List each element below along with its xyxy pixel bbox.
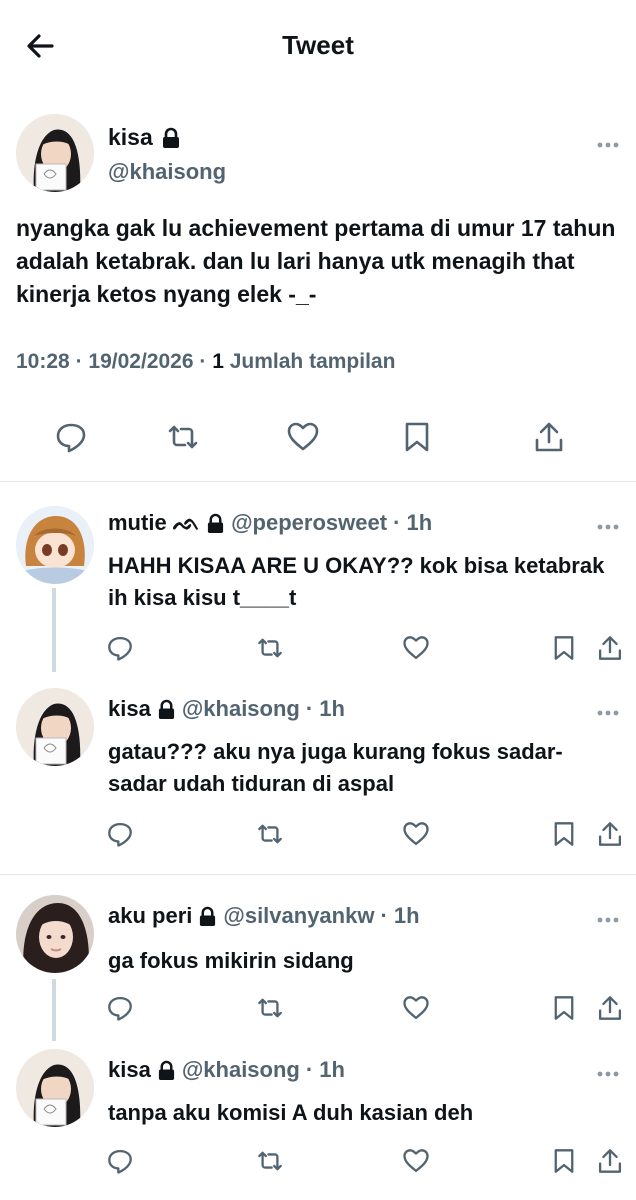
retweet-icon[interactable] [256,820,284,848]
tweet-meta: 10:28 · 19/02/2026 · 1 Jumlah tampilan [16,350,395,374]
tweet-date: 19/02/2026 [88,350,194,373]
thread-line [52,979,56,1041]
lock-icon [161,127,181,149]
reply-tweet[interactable]: kisa @khaisong · 1h gatau??? aku nya jug… [0,672,636,872]
reply-icon[interactable] [106,994,134,1022]
bookmark-icon[interactable] [550,634,578,662]
main-tweet: kisa @khaisong nyangka gak lu achievemen… [0,100,636,482]
retweet-icon[interactable] [256,634,284,662]
reply-header: kisa @khaisong · 1h [108,1057,345,1083]
bookmark-icon[interactable] [400,420,434,454]
tweet-actions [0,420,636,460]
display-name[interactable]: mutie [108,510,167,536]
reply-time: · 1h [380,903,420,928]
more-icon[interactable] [596,704,620,716]
meta-separator: · [199,350,207,373]
more-icon[interactable] [596,1065,620,1077]
lock-icon [157,699,176,720]
like-icon[interactable] [402,994,430,1022]
top-bar: Tweet [0,0,636,90]
reply-text: tanpa aku komisi A duh kasian deh [108,1100,474,1125]
reply-icon[interactable] [106,634,134,662]
avatar[interactable] [16,688,94,766]
bookmark-icon[interactable] [550,994,578,1022]
reply-text: HAHH KISAA ARE U OKAY?? kok bisa ketabra… [108,553,605,610]
user-handle[interactable]: @peperosweet [231,510,387,536]
reply-time: · 1h [393,510,433,535]
meta-separator: · [75,350,83,373]
like-icon[interactable] [402,634,430,662]
reply-header: aku peri @silvanyankw · 1h [108,903,420,929]
user-handle[interactable]: @khaisong [182,696,300,722]
user-handle[interactable]: @khaisong [108,159,226,185]
user-handle[interactable]: @silvanyankw [223,903,374,929]
display-name[interactable]: kisa [108,1057,151,1083]
reply-icon[interactable] [106,1147,134,1175]
reply-icon[interactable] [106,820,134,848]
reply-header: kisa @khaisong · 1h [108,696,345,722]
reply-tweet[interactable]: mutie ᨒ @peperosweet · 1h HAHH KISAA ARE… [0,482,636,672]
lock-icon [157,1060,176,1081]
share-icon[interactable] [596,634,624,662]
share-icon[interactable] [596,1147,624,1175]
reply-time: · 1h [305,696,345,721]
display-name[interactable]: kisa [108,696,151,722]
share-icon[interactable] [596,820,624,848]
retweet-icon[interactable] [166,420,200,454]
reply-header: mutie ᨒ @peperosweet · 1h [108,510,432,536]
more-icon[interactable] [596,911,620,923]
avatar[interactable] [16,895,94,973]
views-label[interactable]: Jumlah tampilan [230,350,396,373]
reply-text: ga fokus mikirin sidang [108,948,354,973]
like-icon[interactable] [402,1147,430,1175]
like-icon[interactable] [286,420,320,454]
more-icon[interactable] [596,518,620,530]
like-icon[interactable] [402,820,430,848]
bookmark-icon[interactable] [550,820,578,848]
bookmark-icon[interactable] [550,1147,578,1175]
user-handle[interactable]: @khaisong [182,1057,300,1083]
lock-icon [206,513,225,534]
display-name-text: kisa [108,124,153,150]
lock-icon [198,906,217,927]
more-icon[interactable] [596,136,620,148]
thread-line [52,588,56,672]
reply-icon[interactable] [54,420,88,454]
tweet-time: 10:28 [16,350,70,373]
reply-tweet[interactable]: kisa @khaisong · 1h tanpa aku komisi A d… [0,1035,636,1200]
display-name[interactable]: aku peri [108,903,192,929]
avatar[interactable] [16,1049,94,1127]
tweet-text: nyangka gak lu achievement pertama di um… [16,215,616,307]
name-emoji: ᨒ [172,510,201,535]
retweet-icon[interactable] [256,1147,284,1175]
avatar[interactable] [16,506,94,584]
reply-tweet[interactable]: aku peri @silvanyankw · 1h ga fokus miki… [0,875,636,1041]
views-count: 1 [212,350,224,373]
display-name[interactable]: kisa [108,124,181,151]
retweet-icon[interactable] [256,994,284,1022]
reply-time: · 1h [305,1057,345,1082]
avatar[interactable] [16,114,94,192]
share-icon[interactable] [596,994,624,1022]
page-title: Tweet [282,30,354,60]
reply-text: gatau??? aku nya juga kurang fokus sadar… [108,739,563,796]
share-icon[interactable] [532,420,566,454]
